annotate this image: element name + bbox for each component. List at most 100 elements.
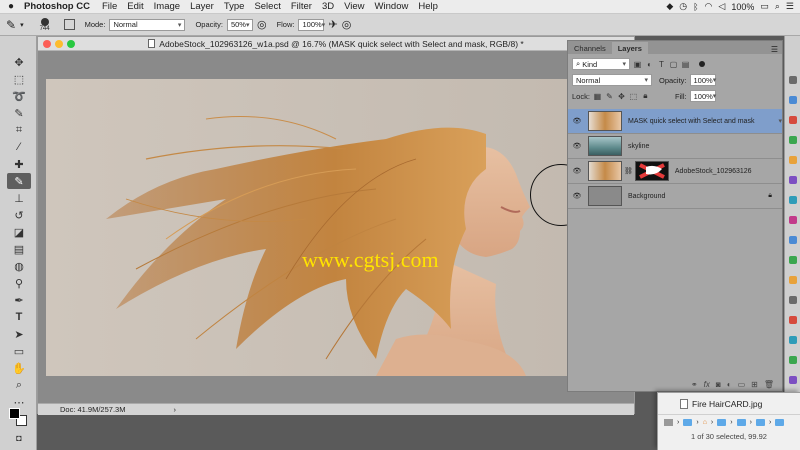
- lasso-tool-icon[interactable]: ➰: [7, 88, 31, 104]
- mask-link-icon[interactable]: ⛓︎: [624, 167, 633, 175]
- dock-app-icon[interactable]: [789, 296, 797, 304]
- folder-icon[interactable]: [775, 418, 785, 426]
- close-window-icon[interactable]: [43, 40, 51, 48]
- filter-toggle-icon[interactable]: [699, 61, 705, 67]
- panel-menu-icon[interactable]: ☰: [771, 45, 782, 54]
- photo-canvas[interactable]: www.cgtsj.com: [46, 79, 567, 376]
- dock-app-icon[interactable]: [789, 176, 797, 184]
- menu-select[interactable]: Select: [249, 1, 285, 12]
- dock-app-icon[interactable]: [789, 276, 797, 284]
- menu-layer[interactable]: Layer: [185, 1, 219, 12]
- search-icon[interactable]: ⌕: [775, 1, 780, 12]
- eraser-tool-icon[interactable]: ◪: [7, 224, 31, 240]
- lock-all-icon[interactable]: 🔒︎: [641, 91, 650, 101]
- battery-icon[interactable]: ▭: [760, 1, 769, 12]
- opacity-field[interactable]: 50%: [226, 18, 253, 31]
- finder-file-row[interactable]: Fire HairCARD.jpg: [658, 393, 800, 415]
- bluetooth-icon[interactable]: ᛒ: [693, 2, 698, 12]
- folder-icon[interactable]: [736, 418, 746, 426]
- menu-image[interactable]: Image: [149, 1, 185, 12]
- dock-app-icon[interactable]: [789, 76, 797, 84]
- clone-stamp-tool-icon[interactable]: ⊥: [7, 190, 31, 206]
- path-select-tool-icon[interactable]: ➤: [7, 326, 31, 342]
- apple-icon[interactable]: ●: [0, 1, 22, 12]
- layer-opacity-field[interactable]: 100%: [689, 74, 716, 86]
- crop-tool-icon[interactable]: ⌗: [7, 122, 31, 138]
- brush-tool-icon[interactable]: ✎: [7, 173, 31, 189]
- marquee-tool-icon[interactable]: ⬚: [7, 71, 31, 87]
- layer-style-icon[interactable]: fx: [704, 380, 710, 389]
- new-layer-icon[interactable]: ⊞: [751, 380, 758, 389]
- lock-transparent-icon[interactable]: ▦: [593, 92, 602, 101]
- smart-object-filter-icon[interactable]: ▤: [681, 60, 690, 69]
- dodge-tool-icon[interactable]: ⚲: [7, 275, 31, 291]
- tab-layers[interactable]: Layers: [611, 42, 648, 54]
- tab-channels[interactable]: Channels: [568, 42, 612, 54]
- pen-tool-icon[interactable]: ✒: [7, 292, 31, 308]
- blend-mode-select[interactable]: Normal: [572, 74, 652, 86]
- menu-3d[interactable]: 3D: [317, 1, 339, 12]
- dock-app-icon[interactable]: [789, 156, 797, 164]
- visibility-eye-icon[interactable]: 👁︎: [568, 192, 586, 200]
- new-group-icon[interactable]: ▭: [738, 380, 746, 389]
- adjustment-filter-icon[interactable]: ◐: [645, 60, 654, 69]
- dock-app-icon[interactable]: [789, 256, 797, 264]
- home-icon[interactable]: ⌂: [703, 419, 707, 426]
- dock-app-icon[interactable]: [789, 356, 797, 364]
- pressure-opacity-icon[interactable]: ◎: [257, 18, 267, 31]
- move-tool-icon[interactable]: ✥: [7, 54, 31, 70]
- menu-window[interactable]: Window: [370, 1, 414, 12]
- dropbox-icon[interactable]: ◆: [666, 1, 673, 12]
- lock-image-icon[interactable]: ✎: [605, 92, 614, 101]
- brush-tool-icon[interactable]: ✎: [6, 18, 16, 32]
- brush-panel-icon[interactable]: [63, 19, 75, 30]
- dock-app-icon[interactable]: [789, 376, 797, 384]
- layer-kind-filter[interactable]: ⌕ Kind: [572, 58, 630, 70]
- link-layers-icon[interactable]: ⚭: [691, 380, 698, 389]
- lock-position-icon[interactable]: ✥: [617, 92, 626, 101]
- dock-app-icon[interactable]: [789, 316, 797, 324]
- type-tool-icon[interactable]: T: [7, 309, 31, 325]
- folder-icon[interactable]: [717, 418, 727, 426]
- lock-artboard-icon[interactable]: ⬚: [629, 92, 638, 101]
- canvas-area[interactable]: www.cgtsj.com: [38, 51, 634, 403]
- folder-icon[interactable]: [683, 418, 693, 426]
- eyedropper-tool-icon[interactable]: ⁄: [7, 139, 31, 155]
- folder-icon[interactable]: [755, 418, 765, 426]
- adjustment-layer-icon[interactable]: ◐: [727, 380, 732, 389]
- pixel-filter-icon[interactable]: ▣: [633, 60, 642, 69]
- list-icon[interactable]: ☰: [786, 1, 794, 12]
- layer-row-mask[interactable]: 👁︎ MASK quick select with Select and mas…: [568, 109, 782, 134]
- shape-tool-icon[interactable]: ▭: [7, 343, 31, 359]
- app-menu[interactable]: Photoshop CC: [22, 1, 97, 12]
- menu-view[interactable]: View: [339, 1, 369, 12]
- quick-select-tool-icon[interactable]: ✎: [7, 105, 31, 121]
- mode-select[interactable]: Normal: [109, 18, 186, 31]
- history-brush-tool-icon[interactable]: ↺: [7, 207, 31, 223]
- layer-lock-icon[interactable]: 🔒︎: [768, 192, 782, 200]
- delete-layer-icon[interactable]: 🗑︎: [764, 380, 774, 389]
- menu-file[interactable]: File: [97, 1, 122, 12]
- zoom-window-icon[interactable]: [67, 40, 75, 48]
- zoom-tool-icon[interactable]: ⌕: [7, 377, 31, 393]
- visibility-eye-icon[interactable]: 👁︎: [568, 167, 586, 175]
- status-menu-arrow-icon[interactable]: ›: [173, 405, 176, 414]
- flow-field[interactable]: 100%: [298, 18, 325, 31]
- healing-brush-tool-icon[interactable]: ✚: [7, 156, 31, 172]
- tool-preset-chevron-icon[interactable]: ▾: [20, 21, 24, 29]
- dock-app-icon[interactable]: [789, 336, 797, 344]
- layer-row-background[interactable]: 👁︎ Background 🔒︎: [568, 184, 782, 209]
- airbrush-icon[interactable]: ✈: [328, 18, 337, 31]
- add-mask-icon[interactable]: ◙: [716, 380, 721, 389]
- hand-tool-icon[interactable]: ✋: [7, 360, 31, 376]
- dock-app-icon[interactable]: [789, 236, 797, 244]
- menu-filter[interactable]: Filter: [286, 1, 317, 12]
- volume-icon[interactable]: ◁: [718, 1, 725, 12]
- menu-type[interactable]: Type: [219, 1, 250, 12]
- wifi-icon[interactable]: ◠: [705, 1, 713, 12]
- dock-app-icon[interactable]: [789, 96, 797, 104]
- type-filter-icon[interactable]: T: [657, 60, 666, 69]
- dock-app-icon[interactable]: [789, 216, 797, 224]
- menu-edit[interactable]: Edit: [122, 1, 148, 12]
- menu-help[interactable]: Help: [413, 1, 443, 12]
